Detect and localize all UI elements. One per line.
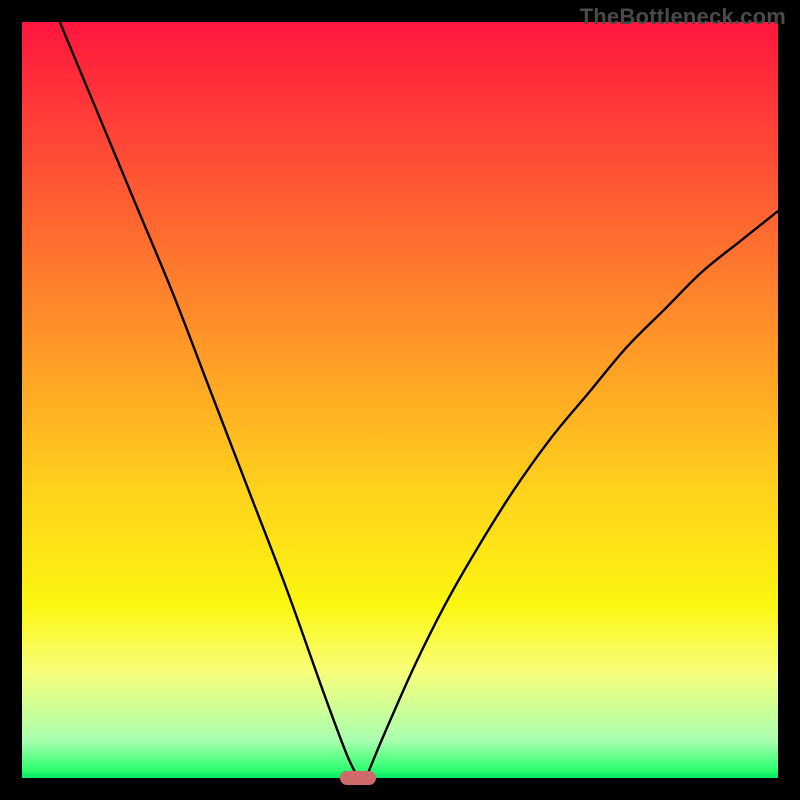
optimum-marker <box>340 771 376 785</box>
plot-area <box>22 22 778 778</box>
watermark-text: TheBottleneck.com <box>580 4 786 30</box>
bottleneck-curve <box>22 22 778 778</box>
chart-frame: TheBottleneck.com <box>0 0 800 800</box>
